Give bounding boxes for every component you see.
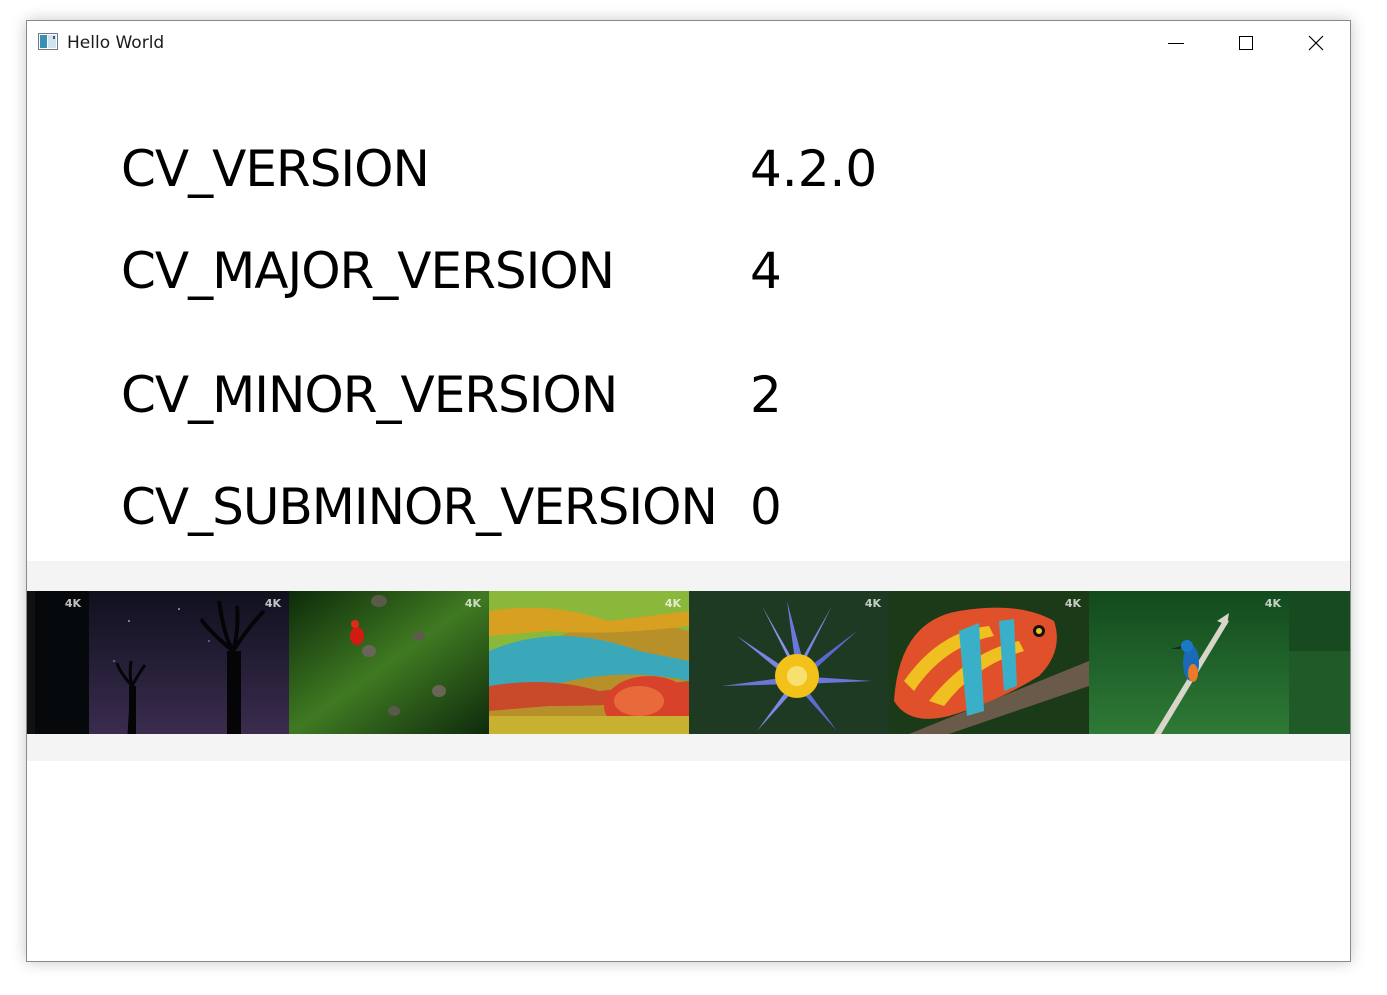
4k-badge: 4K [664,597,681,610]
cv-subminor-version-value: 0 [750,478,782,536]
title-bar[interactable]: Hello World [27,21,1350,65]
cv-version-label: CV_VERSION [121,140,430,198]
4k-badge: 4K [1264,597,1281,610]
4k-badge: 4K [64,597,81,610]
4k-badge: 4K [864,597,881,610]
app-window: Hello World CV_VERSION 4.2.0 CV_MAJOR_VE… [26,20,1351,962]
cv-subminor-version-label: CV_SUBMINOR_VERSION [121,478,718,536]
image-thumb-green-edge [1289,591,1350,734]
cv-minor-version-label: CV_MINOR_VERSION [121,366,618,424]
4k-badge: 4K [1064,597,1081,610]
cv-major-version-label: CV_MAJOR_VERSION [121,242,615,300]
minimize-icon [1168,35,1184,51]
4k-badge: 4K [464,597,481,610]
image-thumb-chameleon-closeup: 4K [489,591,689,734]
cv-minor-version-value: 2 [750,366,782,424]
maximize-button[interactable] [1211,21,1281,65]
window-title: Hello World [67,33,165,53]
image-thumb-kingfisher: 4K [1089,591,1289,734]
maximize-icon [1238,35,1254,51]
image-thumb-dark-edge: 4K [27,591,89,734]
close-button[interactable] [1281,21,1350,65]
image-thumb-water-lily: 4K [689,591,889,734]
image-thumb-panther-chameleon: 4K [889,591,1089,734]
close-icon [1308,35,1324,51]
app-window-icon [38,33,58,50]
4k-badge: 4K [264,597,281,610]
minimize-button[interactable] [1141,21,1211,65]
image-thumb-red-frog: 4K [289,591,489,734]
cv-major-version-value: 4 [750,242,782,300]
image-thumb-baobab-night: 4K [89,591,289,734]
cv-version-value: 4.2.0 [750,140,878,198]
image-strip[interactable]: 4K 4K 4K 4K 4K 4K 4K [27,591,1350,734]
